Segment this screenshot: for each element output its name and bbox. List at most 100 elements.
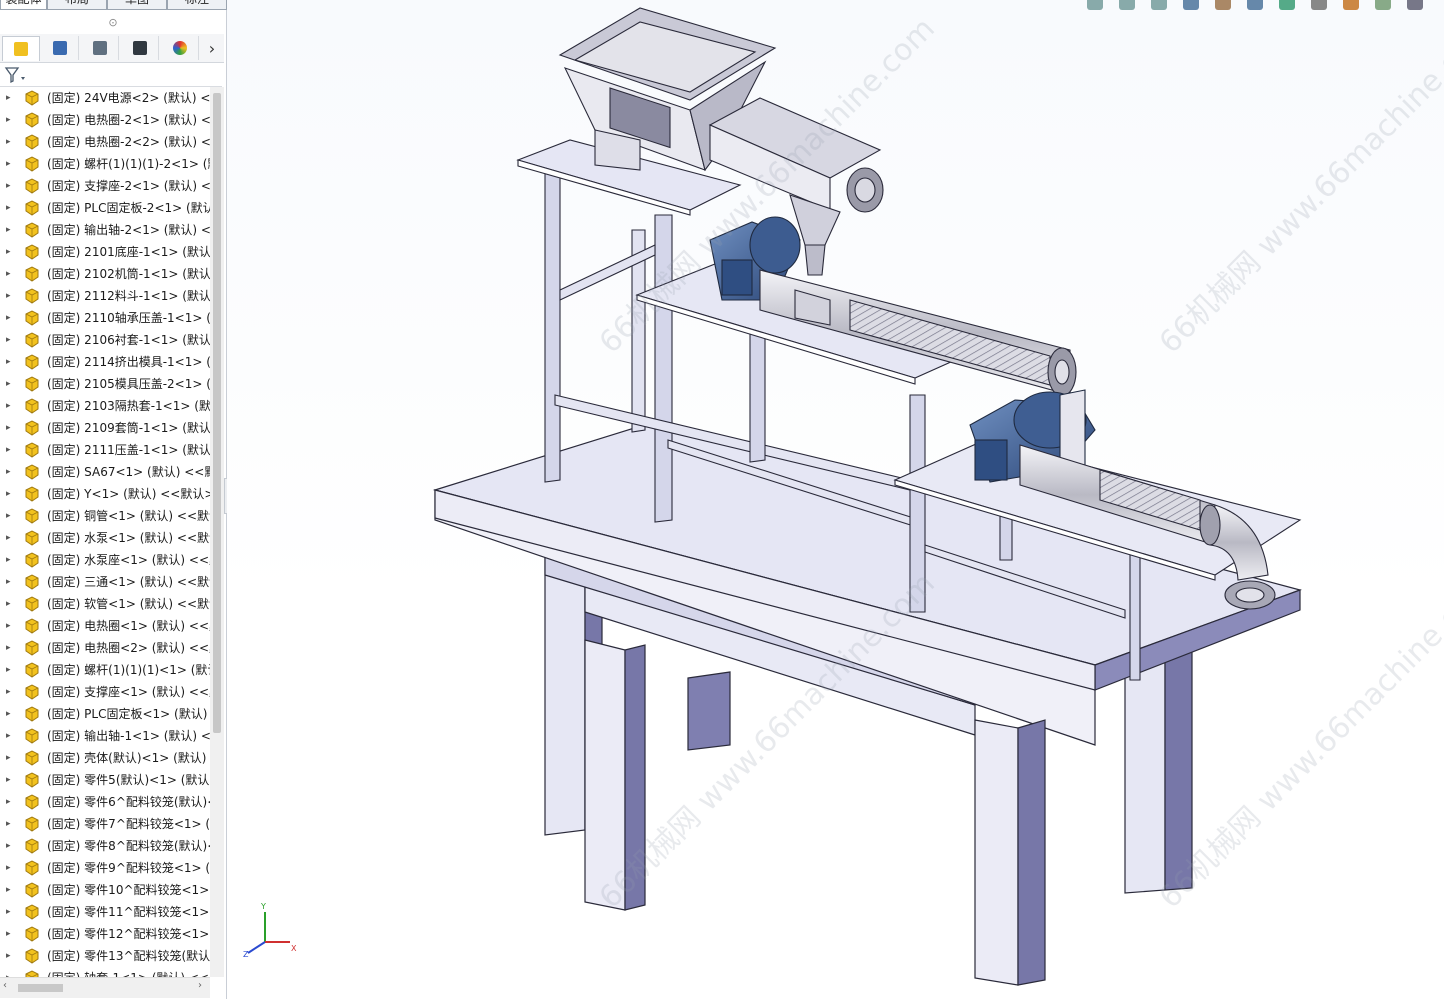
tree-item[interactable]: ▸ (固定) 2112料斗-1<1> (默认) [0, 285, 210, 307]
expand-arrow-icon[interactable]: ▸ [6, 835, 14, 857]
expand-arrow-icon[interactable]: ▸ [6, 439, 14, 461]
tree-item[interactable]: ▸ (固定) 支撑座<1> (默认) <<默 [0, 681, 210, 703]
tree-item[interactable]: ▸ (固定) 2103隔热套-1<1> (默认 [0, 395, 210, 417]
tree-item[interactable]: ▸ (固定) Y<1> (默认) <<默认>_ [0, 483, 210, 505]
expand-arrow-icon[interactable]: ▸ [6, 395, 14, 417]
command-tab[interactable]: 装配体 [0, 0, 47, 10]
expand-arrow-icon[interactable]: ▸ [6, 901, 14, 923]
tree-item[interactable]: ▸ (固定) 2101底座-1<1> (默认) [0, 241, 210, 263]
property-manager-tab[interactable] [42, 36, 79, 60]
tree-item[interactable]: ▸ (固定) 软管<1> (默认) <<默认 [0, 593, 210, 615]
tree-item[interactable]: ▸ (固定) 三通<1> (默认) <<默认 [0, 571, 210, 593]
tree-item[interactable]: ▸ (固定) PLC固定板<1> (默认) [0, 703, 210, 725]
expand-arrow-icon[interactable]: ▸ [6, 681, 14, 703]
expand-arrow-icon[interactable]: ▸ [6, 945, 14, 967]
expand-arrow-icon[interactable]: ▸ [6, 659, 14, 681]
tree-item[interactable]: ▸ (固定) 电热圈<1> (默认) <<默 [0, 615, 210, 637]
tree-item[interactable]: ▸ (固定) PLC固定板-2<1> (默认 [0, 197, 210, 219]
expand-arrow-icon[interactable]: ▸ [6, 483, 14, 505]
tree-vertical-scrollbar[interactable] [210, 87, 224, 977]
expand-arrow-icon[interactable]: ▸ [6, 505, 14, 527]
expand-arrow-icon[interactable]: ▸ [6, 593, 14, 615]
expand-arrow-icon[interactable]: ▸ [6, 813, 14, 835]
tree-item[interactable]: ▸ (固定) 水泵座<1> (默认) <<默 [0, 549, 210, 571]
tree-item[interactable]: ▸ (固定) 轴套-1<1> (默认) << [0, 967, 210, 977]
tree-item[interactable]: ▸ (固定) 零件7^配料铰笼<1> ( [0, 813, 210, 835]
expand-arrow-icon[interactable]: ▸ [6, 725, 14, 747]
tree-item[interactable]: ▸ (固定) 铜管<1> (默认) <<默认 [0, 505, 210, 527]
feature-manager-tab[interactable] [2, 36, 40, 61]
tree-item[interactable]: ▸ (固定) 水泵<1> (默认) <<默认 [0, 527, 210, 549]
tree-item[interactable]: ▸ (固定) 零件13^配料铰笼(默认) [0, 945, 210, 967]
configuration-manager-tab[interactable] [82, 36, 119, 60]
tree-item[interactable]: ▸ (固定) 输出轴-1<1> (默认) < [0, 725, 210, 747]
expand-arrow-icon[interactable]: ▸ [6, 791, 14, 813]
scroll-right-icon[interactable]: › [198, 980, 202, 991]
tree-item[interactable]: ▸ (固定) 零件10^配料铰笼<1> [0, 879, 210, 901]
tree-item[interactable]: ▸ (固定) 支撑座-2<1> (默认) < [0, 175, 210, 197]
tree-item[interactable]: ▸ (固定) 电热圈<2> (默认) <<默 [0, 637, 210, 659]
expand-arrow-icon[interactable]: ▸ [6, 263, 14, 285]
panel-grip[interactable]: ⊙ [0, 10, 226, 35]
tree-item[interactable]: ▸ (固定) 零件8^配料铰笼(默认)< [0, 835, 210, 857]
expand-arrow-icon[interactable]: ▸ [6, 175, 14, 197]
tree-item[interactable]: ▸ (固定) 2106衬套-1<1> (默认) [0, 329, 210, 351]
tree-item[interactable]: ▸ (固定) 零件6^配料铰笼(默认)< [0, 791, 210, 813]
expand-arrow-icon[interactable]: ▸ [6, 549, 14, 571]
expand-arrow-icon[interactable]: ▸ [6, 879, 14, 901]
expand-arrow-icon[interactable]: ▸ [6, 285, 14, 307]
expand-arrow-icon[interactable]: ▸ [6, 703, 14, 725]
expand-arrow-icon[interactable]: ▸ [6, 571, 14, 593]
command-tab[interactable]: 草图 [107, 0, 167, 10]
graphics-viewport[interactable]: Y X Z 66机械网 www.66machine.com 66机械网 www.… [227, 0, 1444, 999]
expand-arrow-icon[interactable]: ▸ [6, 241, 14, 263]
tree-item[interactable]: ▸ (固定) 2105模具压盖-2<1> ( [0, 373, 210, 395]
tree-horizontal-scrollbar[interactable]: ‹ › [0, 977, 210, 998]
tree-item[interactable]: ▸ (固定) 输出轴-2<1> (默认) < [0, 219, 210, 241]
tree-item[interactable]: ▸ (固定) 壳体(默认)<1> (默认) < [0, 747, 210, 769]
display-manager-tab[interactable] [162, 36, 199, 60]
tree-item[interactable]: ▸ (固定) 2109套筒-1<1> (默认) [0, 417, 210, 439]
tree-item[interactable]: ▸ (固定) 2114挤出模具-1<1> ( [0, 351, 210, 373]
tree-item[interactable]: ▸ (固定) 2102机筒-1<1> (默认) [0, 263, 210, 285]
expand-arrow-icon[interactable]: ▸ [6, 527, 14, 549]
tree-item[interactable]: ▸ (固定) SA67<1> (默认) <<默 [0, 461, 210, 483]
expand-arrow-icon[interactable]: ▸ [6, 307, 14, 329]
tree-item[interactable]: ▸ (固定) 螺杆(1)(1)(1)-2<1> (默 [0, 153, 210, 175]
expand-arrow-icon[interactable]: ▸ [6, 219, 14, 241]
tree-item[interactable]: ▸ (固定) 2111压盖-1<1> (默认) [0, 439, 210, 461]
tree-item[interactable]: ▸ (固定) 24V电源<2> (默认) << [0, 87, 210, 109]
dimxpert-tab[interactable] [122, 36, 159, 60]
expand-arrow-icon[interactable]: ▸ [6, 637, 14, 659]
expand-arrow-icon[interactable]: ▸ [6, 615, 14, 637]
expand-arrow-icon[interactable]: ▸ [6, 153, 14, 175]
scroll-thumb[interactable] [18, 984, 63, 992]
expand-arrow-icon[interactable]: ▸ [6, 857, 14, 879]
expand-arrow-icon[interactable]: ▸ [6, 351, 14, 373]
expand-arrow-icon[interactable]: ▸ [6, 769, 14, 791]
assembly-model[interactable] [227, 0, 1444, 999]
tree-item[interactable]: ▸ (固定) 零件12^配料铰笼<1> [0, 923, 210, 945]
scroll-left-icon[interactable]: ‹ [3, 980, 7, 991]
expand-arrow-icon[interactable]: ▸ [6, 131, 14, 153]
tree-item[interactable]: ▸ (固定) 零件11^配料铰笼<1> [0, 901, 210, 923]
tree-item[interactable]: ▸ (固定) 螺杆(1)(1)(1)<1> (默认 [0, 659, 210, 681]
filter-icon[interactable] [4, 65, 28, 85]
expand-arrow-icon[interactable]: ▸ [6, 373, 14, 395]
expand-arrow-icon[interactable]: ▸ [6, 923, 14, 945]
tree-item[interactable]: ▸ (固定) 电热圈-2<2> (默认) < [0, 131, 210, 153]
scroll-thumb[interactable] [213, 93, 221, 733]
expand-arrow-icon[interactable]: ▸ [6, 747, 14, 769]
expand-arrow-icon[interactable]: ▸ [6, 87, 14, 109]
tree-item[interactable]: ▸ (固定) 电热圈-2<1> (默认) < [0, 109, 210, 131]
expand-arrow-icon[interactable]: ▸ [6, 461, 14, 483]
tree-item[interactable]: ▸ (固定) 零件5(默认)<1> (默认) [0, 769, 210, 791]
tree-item[interactable]: ▸ (固定) 零件9^配料铰笼<1> ( [0, 857, 210, 879]
expand-arrow-tab[interactable]: › [202, 36, 222, 60]
command-tab[interactable]: 布局 [47, 0, 107, 10]
expand-arrow-icon[interactable]: ▸ [6, 329, 14, 351]
command-tab[interactable]: 标注 [167, 0, 227, 10]
expand-arrow-icon[interactable]: ▸ [6, 197, 14, 219]
expand-arrow-icon[interactable]: ▸ [6, 109, 14, 131]
expand-arrow-icon[interactable]: ▸ [6, 417, 14, 439]
